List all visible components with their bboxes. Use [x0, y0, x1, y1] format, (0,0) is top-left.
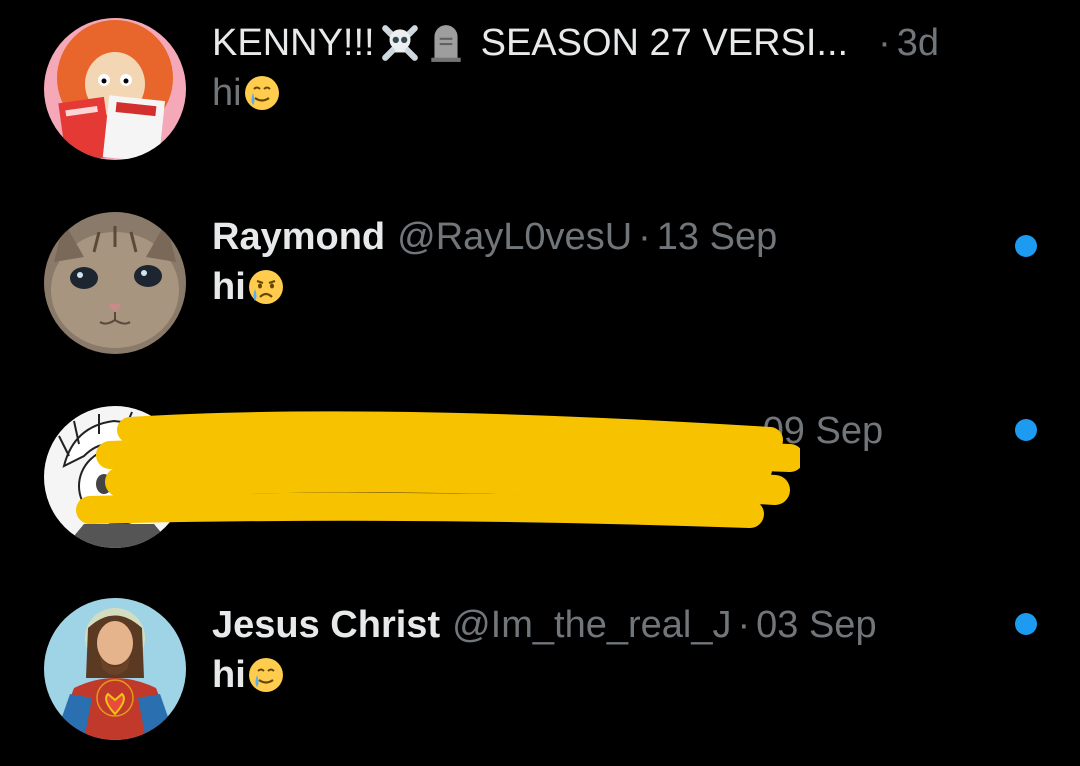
conversation-preview: hi [212, 72, 242, 114]
conversation-row[interactable]: Jesus Christ @Im_the_real_J · 03 Sep hi [0, 582, 1080, 766]
conversation-name-suffix: SEASON 27 VERSI... [480, 22, 849, 64]
jesus-avatar[interactable] [44, 598, 186, 740]
conversation-time: 3d [896, 22, 940, 64]
dm-conversation-list: KENNY!!! SEASON 27 VERSI... · 3d hi Raym… [0, 0, 1080, 766]
conversation-preview: hi [212, 654, 246, 696]
kenny-avatar[interactable] [44, 18, 186, 160]
conversation-row[interactable]: · 09 Sep [0, 388, 1080, 582]
skull-and-crossbones-icon [381, 25, 418, 61]
conversation-name: Raymond [212, 216, 386, 258]
unread-indicator [1015, 613, 1037, 635]
conversation-preview: hi [212, 266, 246, 308]
conversation-time: 03 Sep [756, 604, 877, 646]
separator: · [744, 410, 757, 452]
headstone-icon [430, 25, 461, 62]
conversation-row[interactable]: Raymond @RayL0vesU · 13 Sep hi [0, 194, 1080, 388]
conversation-handle: @Im_the_real_J [452, 604, 732, 646]
smiling-face-with-tear-icon [244, 76, 279, 110]
smiling-face-with-tear-icon [248, 658, 283, 692]
kitten-avatar[interactable] [44, 212, 186, 354]
separator: · [737, 604, 751, 646]
conversation-time: 13 Sep [656, 216, 778, 258]
anime-sketch-avatar[interactable] [44, 406, 186, 548]
crying-face-icon [248, 270, 283, 304]
unread-indicator [1015, 235, 1037, 257]
separator: · [878, 22, 891, 64]
conversation-name: Jesus Christ [212, 604, 441, 646]
conversation-handle: @RayL0vesU [397, 216, 633, 258]
conversation-row[interactable]: KENNY!!! SEASON 27 VERSI... · 3d hi [0, 0, 1080, 194]
conversation-time: 09 Sep [762, 410, 884, 452]
separator: · [638, 216, 651, 258]
unread-indicator [1015, 419, 1037, 441]
conversation-name: KENNY!!! [212, 22, 375, 64]
